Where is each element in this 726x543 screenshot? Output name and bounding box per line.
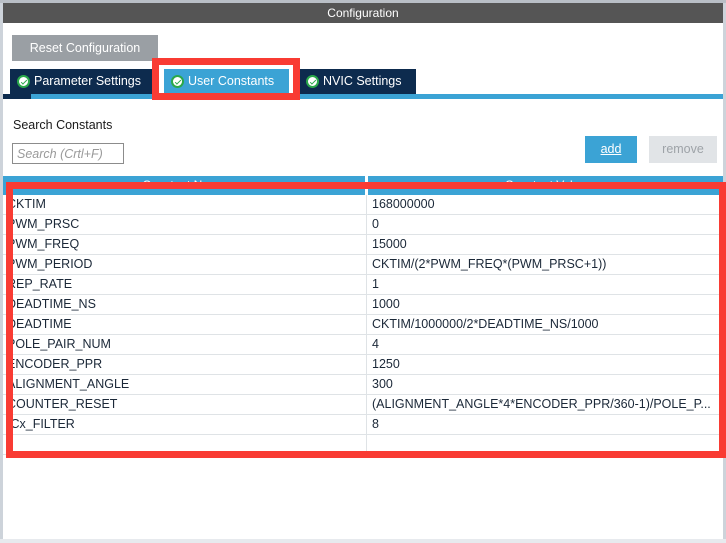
add-button[interactable]: add (585, 136, 637, 163)
cell-divider (366, 255, 367, 274)
cell-divider (366, 355, 367, 374)
table-row[interactable]: ENCODER_PPR 1250 (3, 355, 723, 375)
table-row-empty (3, 435, 723, 455)
cell-divider (366, 195, 367, 214)
tab-user-constants[interactable]: User Constants (164, 69, 289, 94)
table-row[interactable]: REP_RATE 1 (3, 275, 723, 295)
cell-constant-name: PWM_FREQ (7, 237, 80, 251)
table-row[interactable]: COUNTER_RESET (ALIGNMENT_ANGLE*4*ENCODER… (3, 395, 723, 415)
cell-divider (366, 235, 367, 254)
tab-accent-bar (3, 94, 723, 99)
tab-parameter-settings[interactable]: Parameter Settings (10, 69, 152, 94)
cell-constant-value: 1250 (372, 357, 400, 371)
cell-constant-name: ALIGNMENT_ANGLE (7, 377, 130, 391)
window-title-bar: Configuration (3, 3, 723, 23)
tab-parameter-settings-label: Parameter Settings (34, 74, 141, 88)
tab-accent-cap (3, 94, 31, 99)
cell-divider (366, 215, 367, 234)
cell-divider (366, 395, 367, 414)
window-title: Configuration (327, 6, 399, 20)
tab-gap-two (289, 69, 299, 94)
cell-divider (366, 275, 367, 294)
cell-constant-value: 1000 (372, 297, 400, 311)
column-header-constant-name[interactable]: Constant Name (3, 176, 365, 195)
table-row[interactable]: CKTIM 168000000 (3, 195, 723, 215)
table-body: CKTIM 168000000 PWM_PRSC 0 PWM_FREQ 1500… (3, 195, 723, 458)
search-constants-label: Search Constants (13, 118, 113, 132)
cell-divider (366, 295, 367, 314)
table-row[interactable]: PWM_PRSC 0 (3, 215, 723, 235)
cell-constant-name: COUNTER_RESET (7, 397, 118, 411)
cell-constant-value: CKTIM/(2*PWM_FREQ*(PWM_PRSC+1)) (372, 257, 607, 271)
cell-constant-value: 15000 (372, 237, 407, 251)
reset-configuration-button[interactable]: Reset Configuration (12, 35, 158, 61)
cell-constant-value: 300 (372, 377, 393, 391)
cell-constant-name: DEADTIME (7, 317, 72, 331)
cell-constant-name: CKTIM (7, 197, 46, 211)
cell-constant-value: 0 (372, 217, 379, 231)
cell-constant-name: REP_RATE (7, 277, 73, 291)
cell-constant-value: 168000000 (372, 197, 435, 211)
cell-constant-value: (ALIGNMENT_ANGLE*4*ENCODER_PPR/360-1)/PO… (372, 397, 711, 411)
table-row[interactable]: POLE_PAIR_NUM 4 (3, 335, 723, 355)
check-circle-icon (171, 75, 184, 88)
table-header-row: Constant Name Constant Value (3, 176, 723, 195)
cell-divider (366, 435, 367, 454)
column-header-constant-value[interactable]: Constant Value (368, 176, 723, 195)
cell-divider (366, 415, 367, 434)
search-input[interactable] (12, 143, 124, 164)
tab-strip: Parameter Settings User Constants NVIC S… (3, 69, 723, 94)
cell-constant-value: CKTIM/1000000/2*DEADTIME_NS/1000 (372, 317, 599, 331)
cell-constant-name: ENCODER_PPR (7, 357, 103, 371)
cell-constant-name: PWM_PRSC (7, 217, 80, 231)
check-circle-icon (17, 75, 30, 88)
tab-gap-one (152, 69, 164, 94)
table-row[interactable]: PWM_PERIOD CKTIM/(2*PWM_FREQ*(PWM_PRSC+1… (3, 255, 723, 275)
cell-constant-value: 1 (372, 277, 379, 291)
cell-constant-value: 8 (372, 417, 379, 431)
cell-divider (366, 375, 367, 394)
table-row[interactable]: ALIGNMENT_ANGLE 300 (3, 375, 723, 395)
tab-nvic-settings-label: NVIC Settings (323, 74, 402, 88)
tab-nvic-settings[interactable]: NVIC Settings (299, 69, 416, 94)
cell-divider (366, 335, 367, 354)
cell-divider (366, 315, 367, 334)
cell-constant-name: POLE_PAIR_NUM (7, 337, 111, 351)
cell-constant-name: DEADTIME_NS (7, 297, 96, 311)
configuration-window: Configuration Reset Configuration Parame… (0, 0, 726, 543)
table-row[interactable]: DEADTIME CKTIM/1000000/2*DEADTIME_NS/100… (3, 315, 723, 335)
tab-user-constants-label: User Constants (188, 74, 275, 88)
cell-constant-value: 4 (372, 337, 379, 351)
remove-button: remove (649, 136, 717, 163)
check-circle-icon (306, 75, 319, 88)
table-row[interactable]: PWM_FREQ 15000 (3, 235, 723, 255)
window-bottom-edge (0, 539, 726, 543)
cell-constant-name: PWM_PERIOD (7, 257, 93, 271)
cell-constant-name: ICx_FILTER (7, 417, 75, 431)
table-row[interactable]: DEADTIME_NS 1000 (3, 295, 723, 315)
table-row[interactable]: ICx_FILTER 8 (3, 415, 723, 435)
constants-table: Constant Name Constant Value CKTIM 16800… (3, 176, 723, 458)
